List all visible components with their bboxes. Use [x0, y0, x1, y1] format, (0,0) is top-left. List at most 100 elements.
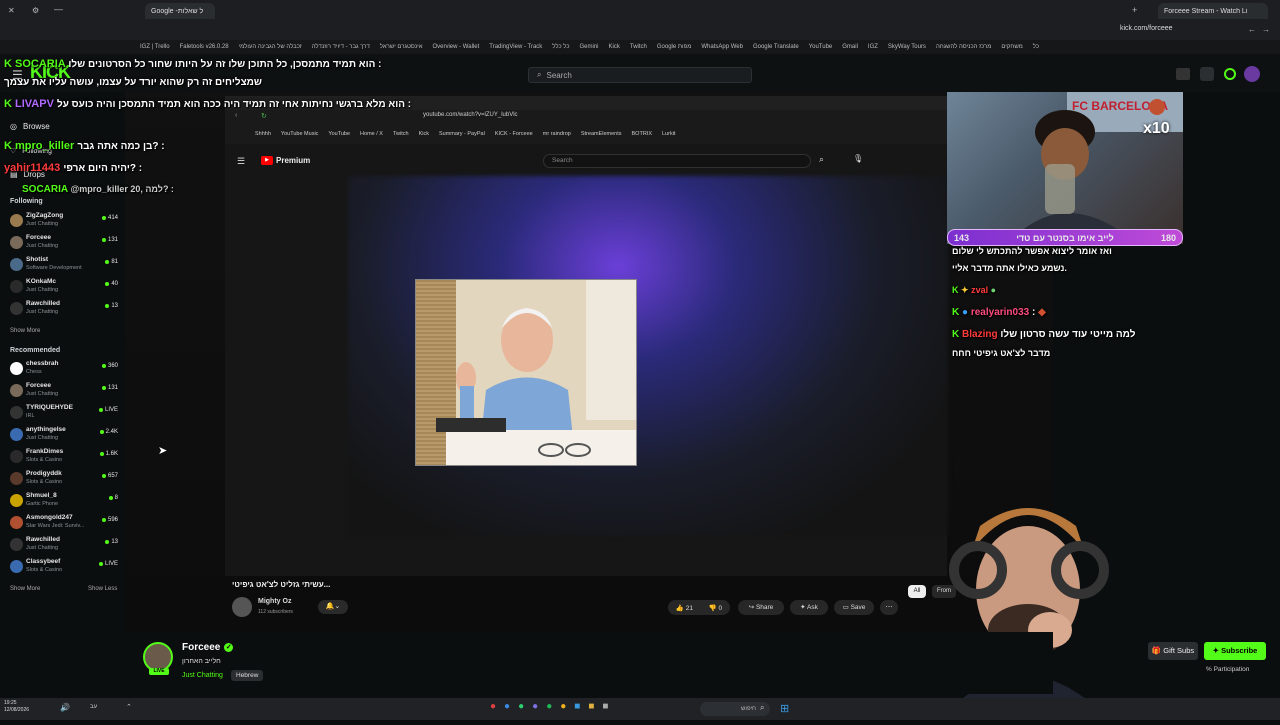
search-input[interactable]: ⌕ Search: [528, 67, 752, 83]
language-indicator[interactable]: עב: [90, 704, 97, 710]
url-bar[interactable]: kick.com/forceee: [1120, 25, 1230, 37]
back-icon[interactable]: ←: [1248, 25, 1256, 34]
back-icon[interactable]: ‹: [235, 112, 237, 119]
whatsapp-icon[interactable]: ●: [518, 701, 524, 712]
library-icon[interactable]: [1176, 68, 1190, 80]
channel-avatar[interactable]: [232, 597, 252, 617]
sidebar-channel[interactable]: Asmongold247 Star Wars Jedi: Surviv... 596: [8, 514, 122, 536]
bookmark[interactable]: BOTRIX: [632, 131, 652, 137]
bookmark[interactable]: זכבלה של הגבינה העולמי: [239, 44, 302, 50]
like-button[interactable]: 👍 21: [676, 604, 693, 612]
bookmark[interactable]: דרך גבר - דיויד רוזנדלה: [312, 44, 370, 50]
tray-arrow-icon[interactable]: ⌃: [126, 703, 132, 711]
bookmark[interactable]: Google Translate: [753, 44, 799, 50]
avatar[interactable]: [1244, 66, 1260, 82]
bookmark[interactable]: KICK - Forceee: [495, 131, 533, 137]
minimize-icon[interactable]: —: [54, 4, 63, 14]
language-tag[interactable]: Hebrew: [231, 670, 264, 681]
forward-icon[interactable]: →: [1262, 25, 1270, 34]
bookmark[interactable]: Overview - Wallet: [432, 44, 479, 50]
bookmark[interactable]: Faletools v26.0.28: [180, 44, 229, 50]
bookmark[interactable]: SkyWay Tours: [888, 44, 926, 50]
bookmark[interactable]: אינסטגרם ישראל: [380, 44, 423, 50]
nav-browse[interactable]: ◎ Browse: [10, 122, 50, 131]
youtube-search-input[interactable]: Search: [543, 154, 811, 168]
volume-icon[interactable]: 🔊: [60, 703, 70, 712]
sidebar-channel[interactable]: Shotist Software Development 81: [8, 256, 122, 278]
tab-google[interactable]: Google -ל שאלות: [145, 3, 215, 19]
gift-subs-button[interactable]: 🎁 Gift Subs: [1148, 642, 1198, 660]
search-icon[interactable]: ⌕: [819, 154, 824, 165]
sidebar-channel[interactable]: ZigZagZong Just Chatting 414: [8, 212, 122, 234]
sidebar-channel[interactable]: Rawchilled Just Chatting 13: [8, 300, 122, 322]
sidebar-channel[interactable]: Classybeef Slots & Casino LIVE: [8, 558, 122, 580]
bookmark[interactable]: TradingView - Track: [489, 44, 542, 50]
bookmark[interactable]: Google מפות: [657, 44, 692, 50]
tab-kick[interactable]: Forceee Stream - Watch Li: [1158, 3, 1268, 19]
bookmark[interactable]: Kick: [609, 44, 620, 50]
bookmark[interactable]: YouTube Music: [281, 131, 319, 137]
app-icon[interactable]: ●: [490, 701, 496, 712]
bookmark[interactable]: Twitch: [393, 131, 409, 137]
clock[interactable]: 19:25 12/08/2026: [4, 700, 29, 714]
sidebar-channel[interactable]: Forceee Just Chatting 131: [8, 382, 122, 404]
bookmark[interactable]: Twitch: [630, 44, 647, 50]
notification-bell-button[interactable]: 🔔⌄: [318, 600, 348, 614]
show-more-button[interactable]: Show More: [10, 328, 40, 334]
sidebar-channel[interactable]: FrankDimes Slots & Casino 1.6K: [8, 448, 122, 470]
sidebar-channel[interactable]: Rawchilled Just Chatting 13: [8, 536, 122, 558]
bookmark[interactable]: StreamElements: [581, 131, 622, 137]
store-icon[interactable]: ■: [574, 701, 580, 712]
dislike-button[interactable]: 👎 0: [709, 604, 723, 612]
bookmark[interactable]: Home / X: [360, 131, 383, 137]
sidebar-channel[interactable]: anythingelse Just Chatting 2.4K: [8, 426, 122, 448]
bookmark[interactable]: IGZ | Trello: [140, 44, 170, 50]
app-icon[interactable]: ●: [504, 701, 510, 712]
bookmark[interactable]: YouTube: [809, 44, 833, 50]
bookmark[interactable]: Gmail: [842, 44, 858, 50]
sidebar-channel[interactable]: Shmuel_8 Gartic Phone 8: [8, 492, 122, 514]
bookmark[interactable]: WhatsApp Web: [701, 44, 743, 50]
sidebar-channel[interactable]: Forceee Just Chatting 131: [8, 234, 122, 256]
bookmark[interactable]: mr raindrop: [543, 131, 571, 137]
discord-icon[interactable]: ●: [532, 701, 538, 712]
subscribe-button[interactable]: ✦ Subscribe: [1204, 642, 1266, 660]
ask-button[interactable]: ✦ Ask: [790, 600, 828, 615]
bookmark[interactable]: כל כלל: [552, 44, 569, 50]
folder-icon[interactable]: ■: [588, 701, 594, 712]
category-link[interactable]: Just Chatting: [182, 672, 223, 679]
show-less-button[interactable]: Show Less: [88, 586, 117, 592]
bookmark[interactable]: מרכז הכניסה להשגחה: [936, 44, 991, 50]
bookmark[interactable]: IGZ: [868, 44, 878, 50]
bookmark[interactable]: Gemini: [580, 44, 599, 50]
layout-icon[interactable]: [1200, 67, 1214, 81]
sidebar-channel[interactable]: Prodigyddk Slots & Casino 657: [8, 470, 122, 492]
chrome-icon[interactable]: ●: [560, 701, 566, 712]
bookmark[interactable]: כל: [1033, 44, 1039, 50]
more-options-icon[interactable]: ⋯: [880, 600, 898, 615]
channel-name[interactable]: Forceee: [182, 642, 220, 653]
show-more-button[interactable]: Show More: [10, 586, 40, 592]
close-icon[interactable]: ✕: [8, 6, 15, 15]
kick-coin-icon[interactable]: [1224, 68, 1236, 80]
reload-icon[interactable]: ↻: [261, 112, 267, 120]
share-button[interactable]: ↪ Share: [738, 600, 784, 615]
windows-start-icon[interactable]: ⊞: [780, 702, 789, 715]
bookmark[interactable]: משחקים: [1001, 44, 1022, 50]
app-icon[interactable]: ■: [602, 701, 608, 712]
sidebar-channel[interactable]: KOnkaMc Just Chatting 40: [8, 278, 122, 300]
bookmark[interactable]: Kick: [419, 131, 429, 137]
bookmark[interactable]: YouTube: [328, 131, 350, 137]
youtube-logo[interactable]: ▶ Premium: [261, 156, 310, 165]
bookmark[interactable]: Summary - PayPal: [439, 131, 485, 137]
new-tab-icon[interactable]: +: [1132, 5, 1137, 15]
sidebar-channel[interactable]: chessbrah Chess 360: [8, 360, 122, 382]
menu-icon[interactable]: ☰: [237, 156, 245, 167]
spotify-icon[interactable]: ●: [546, 701, 552, 712]
bookmark[interactable]: Lurkit: [662, 131, 675, 137]
bookmark[interactable]: Shhhh: [255, 131, 271, 137]
save-button[interactable]: ▭ Save: [834, 600, 874, 615]
mic-icon[interactable]: 🎙: [853, 154, 863, 163]
sidebar-channel[interactable]: TYRIQUEHYDE IRL LIVE: [8, 404, 122, 426]
youtube-channel-name[interactable]: Mighty Oz: [258, 598, 291, 605]
